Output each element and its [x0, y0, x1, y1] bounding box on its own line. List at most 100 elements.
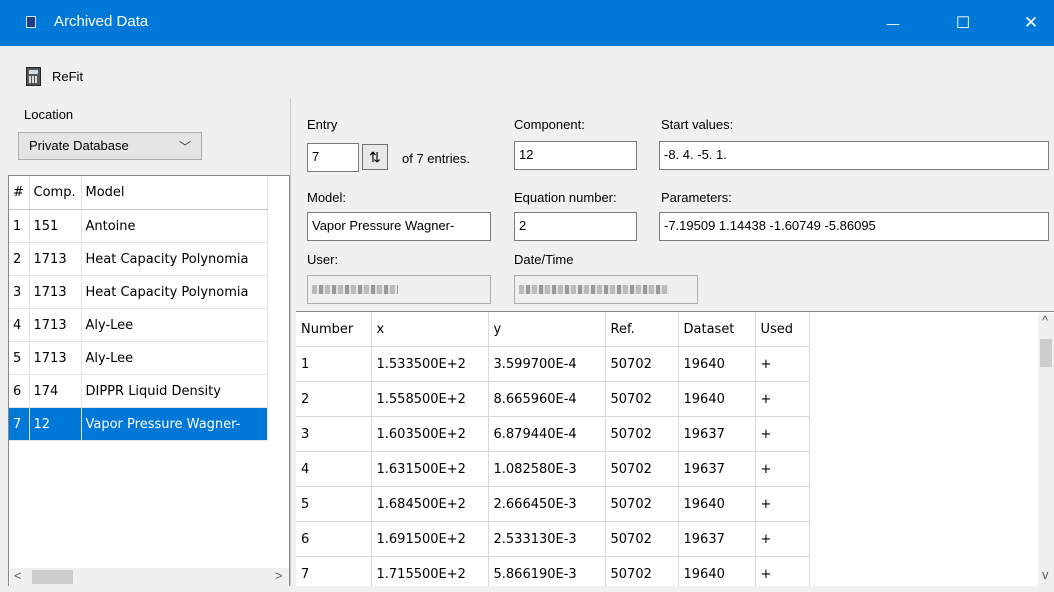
parameters-field[interactable]: -7.19509 1.14438 -1.60749 -5.86095: [659, 212, 1049, 241]
column-header[interactable]: Ref.: [605, 312, 679, 347]
x-value[interactable]: 1.558500E+2: [371, 381, 489, 417]
entries-count: of 7 entries.: [402, 151, 470, 166]
scroll-thumb[interactable]: [32, 570, 73, 584]
reference[interactable]: 50702: [605, 346, 679, 382]
x-value[interactable]: 1.533500E+2: [371, 346, 489, 382]
dataset-id[interactable]: 19637: [678, 521, 756, 557]
dataset-id[interactable]: 19640: [678, 381, 756, 417]
point-number[interactable]: 3: [296, 416, 372, 452]
data-row[interactable]: 6 1.691500E+2 2.533130E-3 50702 19637 +: [296, 521, 810, 557]
data-grid[interactable]: Number x y Ref. Dataset Used 1 1.533500E+…: [296, 311, 1054, 586]
dataset-id[interactable]: 19637: [678, 416, 756, 452]
user-label: User:: [307, 252, 339, 267]
component-id: 12: [29, 407, 82, 441]
point-number[interactable]: 7: [296, 556, 372, 586]
column-header[interactable]: Dataset: [678, 312, 756, 347]
row-number: 7: [9, 407, 30, 441]
entry-spinner-icon[interactable]: ⇅: [362, 144, 388, 170]
dataset-id[interactable]: 19640: [678, 346, 756, 382]
status-bar: [0, 586, 1054, 592]
start-values-label: Start values:: [661, 117, 734, 132]
column-header[interactable]: Comp.: [29, 176, 82, 210]
column-header[interactable]: Model: [81, 176, 268, 210]
used-flag[interactable]: +: [755, 486, 810, 522]
dataset-id[interactable]: 19637: [678, 451, 756, 487]
location-select[interactable]: Private Database ﹀: [18, 132, 202, 160]
y-value[interactable]: 1.082580E-3: [488, 451, 606, 487]
x-value[interactable]: 1.603500E+2: [371, 416, 489, 452]
column-header[interactable]: Number: [296, 312, 372, 347]
calculator-icon[interactable]: [26, 67, 41, 86]
point-number[interactable]: 1: [296, 346, 372, 382]
dataset-id[interactable]: 19640: [678, 486, 756, 522]
location-label: Location: [24, 107, 74, 122]
column-header[interactable]: Used: [755, 312, 810, 347]
x-value[interactable]: 1.715500E+2: [371, 556, 489, 586]
redacted-text: [519, 285, 669, 295]
model-list-row[interactable]: 1 151 Antoine: [9, 209, 268, 243]
start-values-field[interactable]: -8. 4. -5. 1.: [659, 141, 1049, 170]
data-row[interactable]: 3 1.603500E+2 6.879440E-4 50702 19637 +: [296, 416, 810, 452]
dataset-id[interactable]: 19640: [678, 556, 756, 586]
reference[interactable]: 50702: [605, 381, 679, 417]
equation-field[interactable]: 2: [514, 212, 637, 241]
y-value[interactable]: 2.666450E-3: [488, 486, 606, 522]
y-value[interactable]: 6.879440E-4: [488, 416, 606, 452]
scroll-right-icon[interactable]: >: [275, 568, 283, 583]
maximize-button[interactable]: ☐: [940, 0, 986, 46]
user-field: [307, 275, 491, 304]
data-row[interactable]: 4 1.631500E+2 1.082580E-3 50702 19637 +: [296, 451, 810, 487]
model-name: Aly-Lee: [81, 341, 268, 375]
reference[interactable]: 50702: [605, 556, 679, 586]
reference[interactable]: 50702: [605, 416, 679, 452]
model-list-row[interactable]: 3 1713 Heat Capacity Polynomia: [9, 275, 268, 309]
reference[interactable]: 50702: [605, 521, 679, 557]
x-value[interactable]: 1.684500E+2: [371, 486, 489, 522]
y-value[interactable]: 5.866190E-3: [488, 556, 606, 586]
used-flag[interactable]: +: [755, 451, 810, 487]
used-flag[interactable]: +: [755, 416, 810, 452]
model-list-row[interactable]: 2 1713 Heat Capacity Polynomia: [9, 242, 268, 276]
data-row[interactable]: 5 1.684500E+2 2.666450E-3 50702 19640 +: [296, 486, 810, 522]
horizontal-scrollbar[interactable]: < >: [10, 568, 289, 586]
refit-button[interactable]: ReFit: [52, 69, 83, 84]
vertical-scrollbar[interactable]: ^ v: [1038, 313, 1054, 586]
model-list-row[interactable]: 5 1713 Aly-Lee: [9, 341, 268, 375]
reference[interactable]: 50702: [605, 486, 679, 522]
y-value[interactable]: 8.665960E-4: [488, 381, 606, 417]
point-number[interactable]: 5: [296, 486, 372, 522]
model-table: # Comp. Model 1 151 Antoine 2 1713 Heat Capac…: [9, 176, 268, 441]
model-list-row[interactable]: 6 174 DIPPR Liquid Density: [9, 374, 268, 408]
scroll-left-icon[interactable]: <: [14, 568, 22, 583]
component-field[interactable]: 12: [514, 141, 637, 170]
model-list-row[interactable]: 7 12 Vapor Pressure Wagner-: [9, 407, 268, 441]
point-number[interactable]: 4: [296, 451, 372, 487]
model-field[interactable]: Vapor Pressure Wagner-: [307, 212, 491, 241]
column-header[interactable]: x: [371, 312, 489, 347]
model-list-row[interactable]: 4 1713 Aly-Lee: [9, 308, 268, 342]
reference[interactable]: 50702: [605, 451, 679, 487]
minimize-button[interactable]: —: [870, 0, 916, 46]
close-button[interactable]: ✕: [1008, 0, 1054, 46]
data-row[interactable]: 1 1.533500E+2 3.599700E-4 50702 19640 +: [296, 346, 810, 382]
scroll-up-icon[interactable]: ^: [1042, 313, 1048, 328]
entry-input[interactable]: 7: [307, 143, 359, 172]
x-value[interactable]: 1.631500E+2: [371, 451, 489, 487]
component-id: 151: [29, 209, 82, 243]
data-row[interactable]: 7 1.715500E+2 5.866190E-3 50702 19640 +: [296, 556, 810, 586]
point-number[interactable]: 2: [296, 381, 372, 417]
x-value[interactable]: 1.691500E+2: [371, 521, 489, 557]
scroll-down-icon[interactable]: v: [1042, 567, 1049, 582]
column-header[interactable]: #: [9, 176, 30, 210]
model-list[interactable]: # Comp. Model 1 151 Antoine 2 1713 Heat Capac…: [8, 175, 290, 587]
used-flag[interactable]: +: [755, 346, 810, 382]
data-row[interactable]: 2 1.558500E+2 8.665960E-4 50702 19640 +: [296, 381, 810, 417]
used-flag[interactable]: +: [755, 381, 810, 417]
point-number[interactable]: 6: [296, 521, 372, 557]
scroll-thumb[interactable]: [1040, 339, 1052, 367]
y-value[interactable]: 3.599700E-4: [488, 346, 606, 382]
column-header[interactable]: y: [488, 312, 606, 347]
used-flag[interactable]: +: [755, 556, 810, 586]
y-value[interactable]: 2.533130E-3: [488, 521, 606, 557]
used-flag[interactable]: +: [755, 521, 810, 557]
